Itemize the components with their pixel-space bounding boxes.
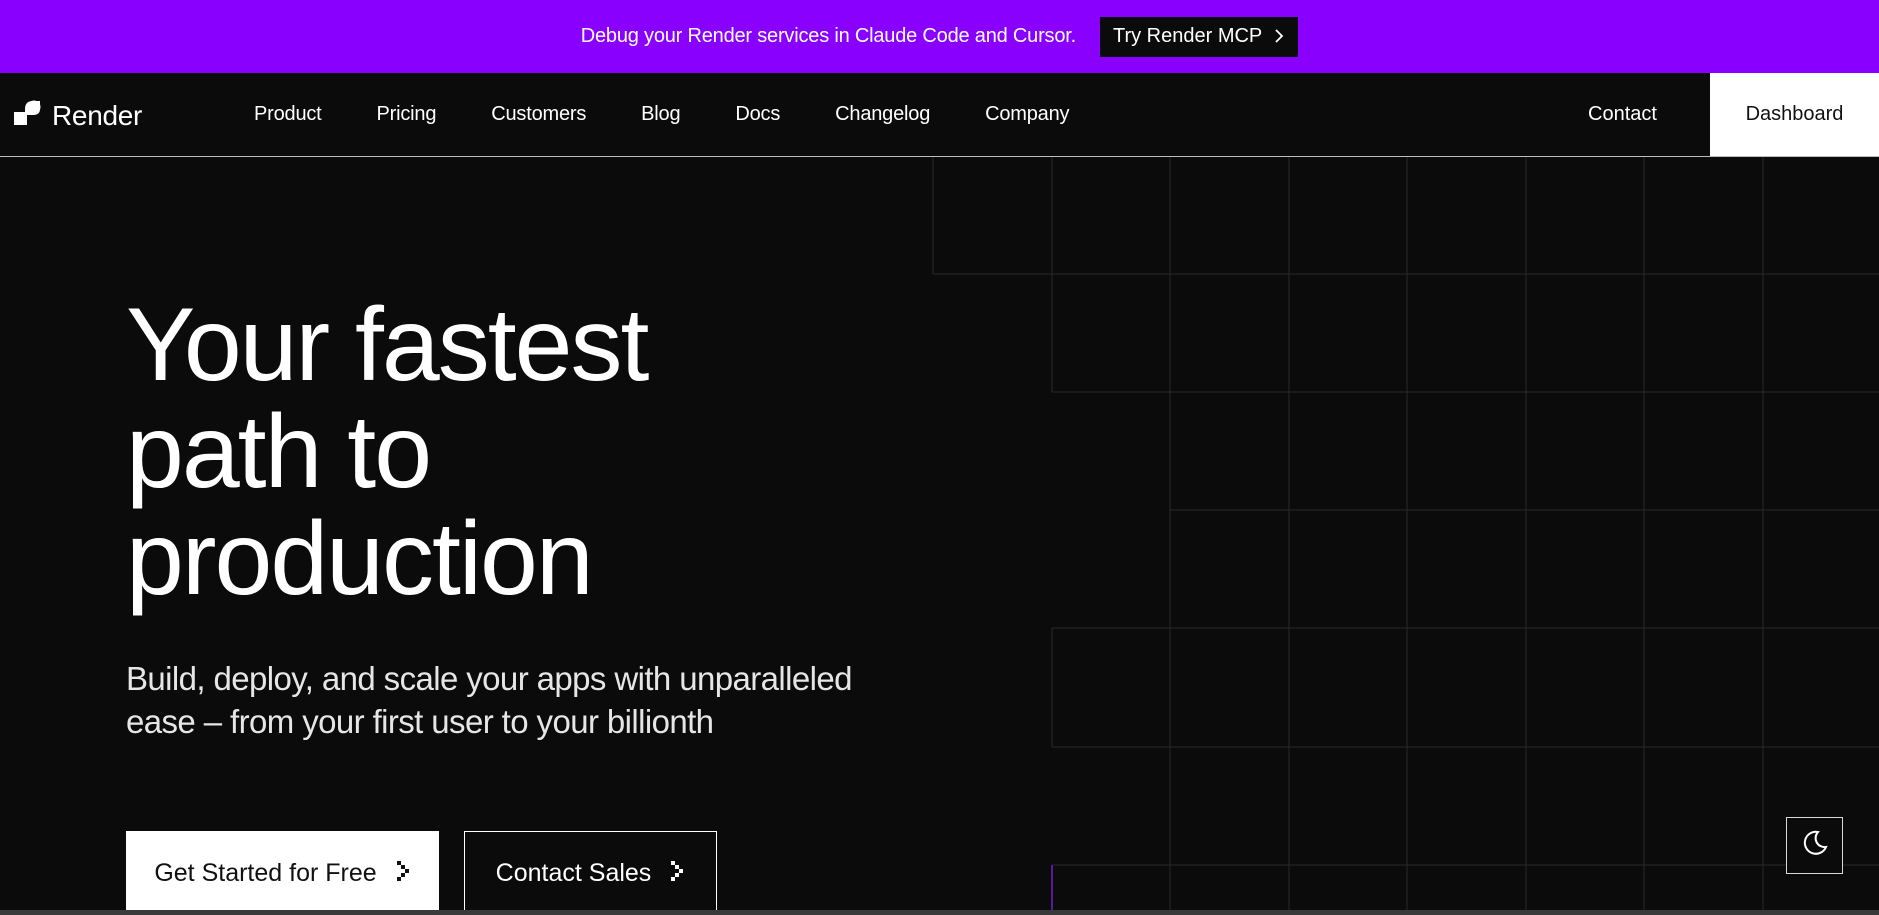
get-started-label: Get Started for Free: [154, 858, 377, 887]
nav-links: Product Pricing Customers Blog Docs Chan…: [254, 73, 1124, 156]
theme-toggle-button[interactable]: [1786, 817, 1843, 874]
nav-link-company[interactable]: Company: [985, 103, 1069, 126]
hero-title: Your fastest path to production: [126, 292, 886, 613]
contact-sales-label: Contact Sales: [495, 859, 652, 887]
nav-link-blog[interactable]: Blog: [641, 103, 680, 126]
get-started-button[interactable]: Get Started for Free: [126, 831, 439, 915]
hero-subtitle-line: Build, deploy, and scale your apps with …: [126, 660, 852, 697]
bottom-scroll-strip: [0, 910, 1879, 915]
nav-link-product[interactable]: Product: [254, 103, 322, 126]
pixel-arrow-right-icon: [671, 859, 685, 888]
nav-link-pricing[interactable]: Pricing: [377, 103, 437, 126]
render-logo[interactable]: Render: [14, 99, 142, 132]
chevron-right-icon: [1274, 28, 1284, 46]
nav-contact-link[interactable]: Contact: [1588, 73, 1657, 156]
hero-subtitle: Build, deploy, and scale your apps with …: [126, 657, 906, 743]
hero-title-line: production: [126, 501, 594, 617]
logo-text: Render: [52, 99, 143, 131]
contact-sales-button[interactable]: Contact Sales: [464, 831, 717, 915]
hero-title-line: path to: [126, 394, 432, 510]
banner-button-label: Try Render MCP: [1112, 25, 1263, 47]
render-logo-icon: [14, 99, 42, 132]
nav-link-docs[interactable]: Docs: [735, 103, 780, 126]
moon-icon: [1801, 829, 1829, 862]
banner-text: Debug your Render services in Claude Cod…: [580, 25, 1076, 47]
hero-subtitle-line: ease – from your first user to your bill…: [126, 703, 714, 740]
announcement-banner: Debug your Render services in Claude Cod…: [0, 0, 1879, 73]
dashboard-button[interactable]: Dashboard: [1710, 73, 1879, 156]
nav-link-changelog[interactable]: Changelog: [835, 103, 930, 126]
try-render-mcp-button[interactable]: Try Render MCP: [1099, 16, 1299, 57]
hero-title-line: Your fastest: [126, 287, 649, 403]
main-navigation: Render Product Pricing Customers Blog Do…: [0, 73, 1879, 157]
pixel-arrow-right-icon: [396, 859, 411, 888]
nav-link-customers[interactable]: Customers: [491, 103, 586, 126]
